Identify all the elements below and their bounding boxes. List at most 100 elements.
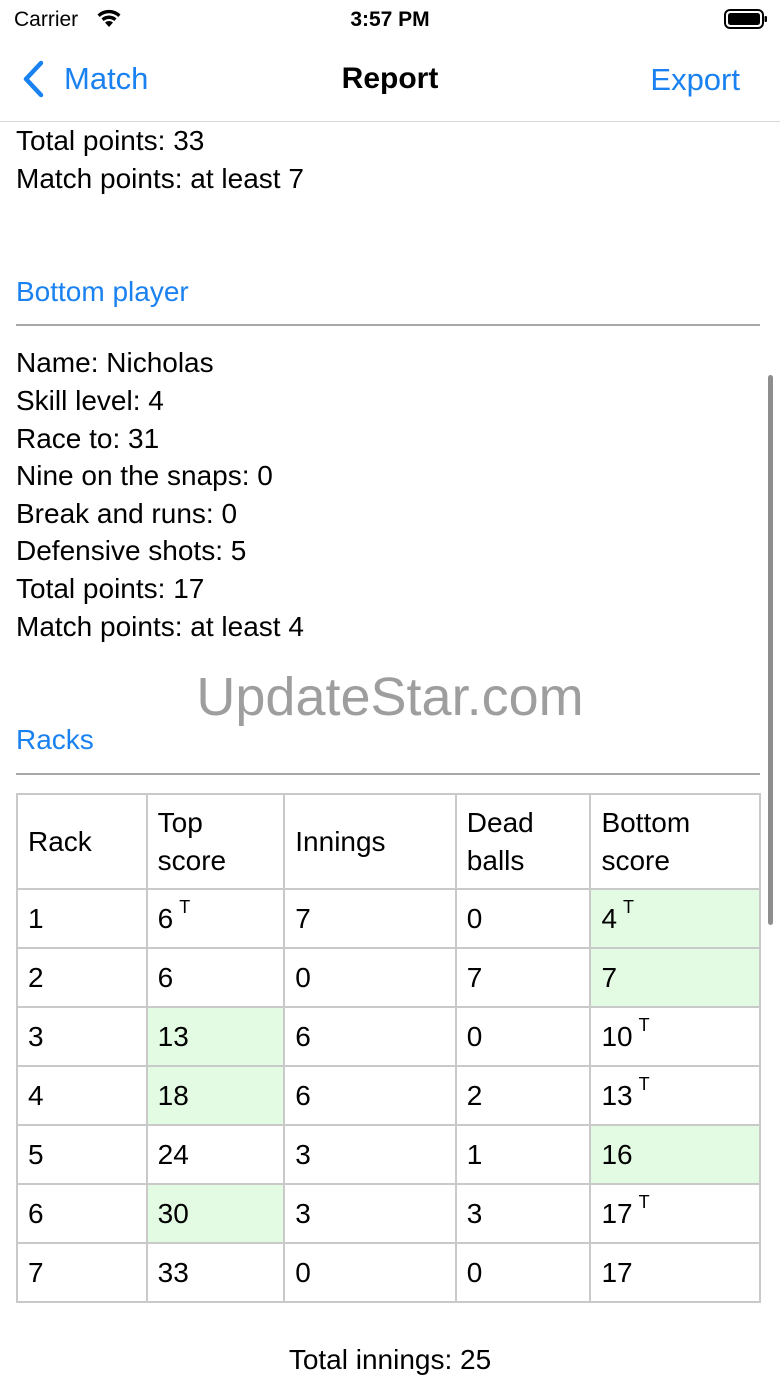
timeout-marker: T bbox=[623, 896, 635, 917]
timeout-marker: T bbox=[638, 1073, 650, 1094]
table-row: 3 13 6 0 10 T bbox=[16, 1006, 761, 1067]
dead-balls-cell: 1 bbox=[454, 1124, 592, 1185]
table-row: 5 24 3 1 16 bbox=[16, 1124, 761, 1185]
racks-table: Rack Top score Innings Dead balls Bottom… bbox=[16, 793, 761, 1303]
section-header-racks: Racks bbox=[16, 724, 94, 755]
innings-cell: 0 bbox=[283, 947, 457, 1008]
innings-cell-value: 3 bbox=[295, 1197, 311, 1229]
timeout-marker: T bbox=[638, 1191, 650, 1212]
export-button[interactable]: Export bbox=[650, 62, 740, 98]
top-score-cell: 24 bbox=[145, 1124, 286, 1185]
dead-balls-cell-value: 0 bbox=[466, 902, 483, 934]
top-score-cell-value: 6 bbox=[157, 902, 174, 934]
top-score-cell: 13 bbox=[145, 1006, 286, 1067]
bottom-score-cell: 17 T bbox=[589, 1183, 761, 1244]
bottom-score-cell: 10 T bbox=[589, 1006, 761, 1067]
rack-number-cell: 6 bbox=[16, 1183, 148, 1244]
top-score-cell: 6 bbox=[145, 947, 286, 1008]
top-match-points: Match points: at least 7 bbox=[16, 163, 304, 194]
dead-balls-cell-value: 1 bbox=[466, 1138, 483, 1170]
column-header-bottom-score: Bottom score bbox=[589, 793, 761, 890]
timeout-marker: T bbox=[179, 896, 191, 917]
section-divider bbox=[16, 324, 760, 326]
dead-balls-cell: 7 bbox=[454, 947, 592, 1008]
table-row: 2 6 0 7 7 bbox=[16, 947, 761, 1008]
watermark: UpdateStar.com bbox=[196, 667, 584, 727]
dead-balls-cell: 0 bbox=[454, 1242, 592, 1303]
bottom-player-break-and-runs: Break and runs: 0 bbox=[16, 498, 238, 529]
bottom-score-cell: 16 bbox=[589, 1124, 761, 1185]
innings-cell-value: 6 bbox=[295, 1079, 311, 1111]
innings-cell-value: 7 bbox=[295, 902, 311, 934]
navigation-bar: Match Report Export bbox=[0, 40, 780, 122]
bottom-player-total-points: Total points: 17 bbox=[16, 573, 205, 604]
rack-number-cell-value: 2 bbox=[28, 961, 44, 993]
top-score-cell: 33 bbox=[145, 1242, 286, 1303]
rack-number-cell: 7 bbox=[16, 1242, 148, 1303]
innings-cell: 0 bbox=[283, 1242, 457, 1303]
section-header-bottom-player: Bottom player bbox=[16, 276, 189, 307]
column-header-innings: Innings bbox=[283, 793, 457, 890]
rack-number-cell: 1 bbox=[16, 888, 148, 949]
bottom-score-cell: 13 T bbox=[589, 1065, 761, 1126]
dead-balls-cell-value: 0 bbox=[466, 1256, 483, 1288]
top-score-cell-value: 6 bbox=[157, 961, 174, 993]
innings-cell-value: 6 bbox=[295, 1020, 311, 1052]
bottom-score-cell-value: 13 bbox=[601, 1079, 633, 1111]
total-innings: Total innings: 25 bbox=[288, 1344, 492, 1375]
rack-number-cell: 3 bbox=[16, 1006, 148, 1067]
dead-balls-cell: 3 bbox=[454, 1183, 592, 1244]
report-content[interactable]: Total points: 33 Match points: at least … bbox=[0, 123, 780, 1387]
dead-balls-cell: 0 bbox=[454, 888, 592, 949]
bottom-player-name: Name: Nicholas bbox=[16, 347, 214, 378]
top-score-cell-value: 24 bbox=[157, 1138, 189, 1170]
bottom-score-cell-value: 4 bbox=[601, 902, 618, 934]
innings-cell-value: 0 bbox=[295, 961, 311, 993]
dead-balls-cell-value: 0 bbox=[466, 1020, 483, 1052]
top-score-cell-value: 30 bbox=[157, 1197, 189, 1229]
innings-cell-value: 3 bbox=[295, 1138, 311, 1170]
top-score-cell: 30 bbox=[145, 1183, 286, 1244]
bottom-player-match-points: Match points: at least 4 bbox=[16, 611, 304, 642]
bottom-score-cell: 17 bbox=[589, 1242, 761, 1303]
bottom-player-skill-level: Skill level: 4 bbox=[16, 385, 164, 416]
bottom-player-race-to: Race to: 31 bbox=[16, 423, 160, 454]
rack-number-cell: 2 bbox=[16, 947, 148, 1008]
table-row: 16T704T bbox=[16, 888, 761, 949]
top-score-cell: 6T bbox=[145, 888, 286, 949]
rack-number-cell-value: 7 bbox=[28, 1256, 44, 1288]
rack-number-cell-value: 6 bbox=[28, 1197, 44, 1229]
top-score-cell-value: 18 bbox=[157, 1079, 189, 1111]
innings-cell: 7 bbox=[283, 888, 457, 949]
dead-balls-cell-value: 2 bbox=[466, 1079, 483, 1111]
table-header-row: Rack Top score Innings Dead balls Bottom… bbox=[16, 793, 761, 890]
rack-number-cell-value: 4 bbox=[28, 1079, 44, 1111]
dead-balls-cell-value: 3 bbox=[466, 1197, 483, 1229]
bottom-score-cell-value: 17 bbox=[601, 1197, 633, 1229]
table-row: 7 33 0 0 17 bbox=[16, 1242, 761, 1303]
top-score-cell: 18 bbox=[145, 1065, 286, 1126]
section-divider bbox=[16, 773, 760, 775]
innings-cell: 6 bbox=[283, 1006, 457, 1067]
status-bar: Carrier 3:57 PM bbox=[0, 0, 780, 40]
column-header-top-score: Top score bbox=[145, 793, 286, 890]
bottom-player-defensive-shots: Defensive shots: 5 bbox=[16, 535, 247, 566]
timeout-marker: T bbox=[638, 1014, 650, 1035]
innings-cell: 3 bbox=[283, 1124, 457, 1185]
rack-number-cell: 4 bbox=[16, 1065, 148, 1126]
innings-cell: 3 bbox=[283, 1183, 457, 1244]
table-row: 6 30 3 3 17 T bbox=[16, 1183, 761, 1244]
bottom-score-cell: 7 bbox=[589, 947, 761, 1008]
top-total-points: Total points: 33 bbox=[16, 125, 205, 156]
battery-icon bbox=[724, 9, 767, 29]
rack-number-cell-value: 1 bbox=[28, 902, 44, 934]
rack-number-cell-value: 3 bbox=[28, 1020, 44, 1052]
bottom-score-cell: 4T bbox=[589, 888, 761, 949]
scrollbar[interactable] bbox=[768, 375, 773, 925]
rack-number-cell-value: 5 bbox=[28, 1138, 44, 1170]
column-header-dead-balls: Dead balls bbox=[454, 793, 592, 890]
innings-cell: 6 bbox=[283, 1065, 457, 1126]
dead-balls-cell: 0 bbox=[454, 1006, 592, 1067]
dead-balls-cell: 2 bbox=[454, 1065, 592, 1126]
rack-number-cell: 5 bbox=[16, 1124, 148, 1185]
